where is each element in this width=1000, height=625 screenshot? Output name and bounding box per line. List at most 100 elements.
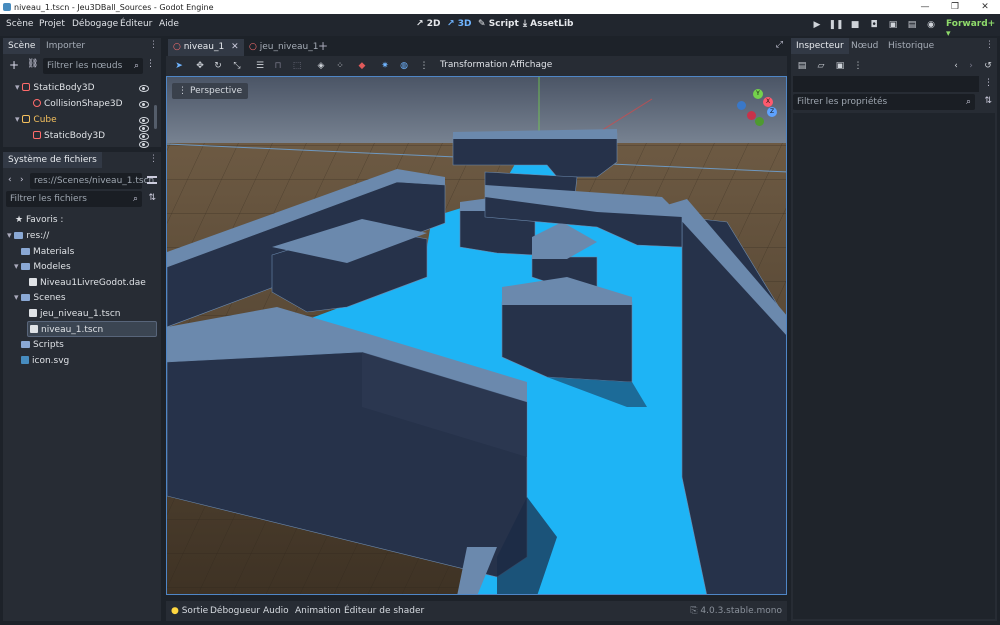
menu-scene[interactable]: Scène xyxy=(6,19,33,29)
dock-menu-icon[interactable]: ⋮ xyxy=(985,40,994,50)
gizmo-neg-y[interactable] xyxy=(755,117,764,126)
folder-materials[interactable]: Materials xyxy=(21,244,74,260)
scale-tool-icon[interactable]: ⤡ xyxy=(230,59,244,73)
link-icon[interactable]: ⛓ xyxy=(27,59,38,69)
object-menu-icon[interactable]: ⋮ xyxy=(984,78,993,88)
group-icon[interactable]: ⬚ xyxy=(290,59,304,73)
favorites-item[interactable]: ★ Favoris : xyxy=(15,212,63,228)
save-icon[interactable]: ▣ xyxy=(833,59,847,73)
mode-2d-button[interactable]: ↗ 2D xyxy=(416,19,440,29)
folder-scripts[interactable]: Scripts xyxy=(21,337,64,353)
property-filter-input[interactable]: Filtrer les propriétés ⌕ xyxy=(793,94,975,110)
scene-options-icon[interactable]: ⋮ xyxy=(146,59,155,69)
menu-debug[interactable]: Débogage xyxy=(72,19,118,29)
visibility-eye-icon[interactable] xyxy=(139,125,149,132)
more-options-icon[interactable]: ⋮ xyxy=(851,59,865,73)
camera-preview-icon[interactable]: ◆ xyxy=(355,59,369,73)
sun-toggle-icon[interactable]: ✷ xyxy=(378,59,392,73)
play-icon[interactable]: ▶ xyxy=(809,17,825,33)
forward-arrow-icon[interactable]: › xyxy=(964,59,978,73)
scrollbar[interactable] xyxy=(154,105,157,129)
tab-filesystem[interactable]: Système de fichiers xyxy=(3,152,102,168)
add-node-icon[interactable]: + xyxy=(9,58,19,72)
local-space-icon[interactable]: ◈ xyxy=(314,59,328,73)
tab-output[interactable]: ● Sortie xyxy=(171,606,208,616)
sort-icon[interactable]: ⇅ xyxy=(984,96,992,106)
menu-help[interactable]: Aide xyxy=(159,19,179,29)
tab-debugger[interactable]: Débogueur xyxy=(210,606,260,616)
more-options-icon[interactable]: ⋮ xyxy=(417,59,431,73)
renderer-select[interactable]: Forward+ ▾ xyxy=(946,19,1000,39)
stop-icon[interactable]: ■ xyxy=(847,17,863,33)
view-gizmo[interactable]: Y X Z xyxy=(733,85,781,129)
tree-node-cube[interactable]: ▾ Cube xyxy=(15,112,57,128)
history-icon[interactable]: ↺ xyxy=(981,59,995,73)
file-jeu-niveau-1[interactable]: jeu_niveau_1.tscn xyxy=(29,306,121,322)
file-niveau1-dae[interactable]: Niveau1LivreGodot.dae xyxy=(29,275,146,291)
node-filter-input[interactable]: Filtrer les nœuds ⌕ xyxy=(43,58,143,74)
tab-history[interactable]: Historique xyxy=(883,38,939,54)
tree-node-staticbody-2[interactable]: StaticBody3D xyxy=(33,128,105,144)
menu-project[interactable]: Projet xyxy=(39,19,65,29)
view-menu[interactable]: Affichage xyxy=(510,60,552,70)
snap-icon[interactable]: ⁘ xyxy=(333,59,347,73)
play-scene-icon[interactable]: ▣ xyxy=(885,17,901,33)
open-folder-icon[interactable]: ▱ xyxy=(814,59,828,73)
maximize-button[interactable]: ❐ xyxy=(940,0,970,14)
tab-jeu-niveau-1[interactable]: ○ jeu_niveau_1 xyxy=(244,39,323,56)
visibility-eye-icon[interactable] xyxy=(139,117,149,124)
mode-3d-button[interactable]: ↗ 3D xyxy=(447,19,471,29)
minimize-button[interactable]: — xyxy=(910,0,940,14)
file-icon-svg[interactable]: icon.svg xyxy=(21,353,69,369)
object-path-field[interactable] xyxy=(793,76,979,92)
menu-editor[interactable]: Éditeur xyxy=(120,19,152,29)
split-view-icon[interactable] xyxy=(147,176,157,184)
tab-niveau-1[interactable]: ○ niveau_1 ✕ xyxy=(168,39,244,56)
dock-menu-icon[interactable]: ⋮ xyxy=(149,154,158,164)
close-button[interactable]: ✕ xyxy=(970,0,1000,14)
pause-icon[interactable]: ❚❚ xyxy=(828,17,844,33)
visibility-eye-icon[interactable] xyxy=(139,85,149,92)
tab-node[interactable]: Nœud xyxy=(846,38,883,54)
rotate-tool-icon[interactable]: ↻ xyxy=(211,59,225,73)
new-resource-icon[interactable]: ▤ xyxy=(795,59,809,73)
visibility-eye-icon[interactable] xyxy=(139,101,149,108)
list-select-icon[interactable]: ☰ xyxy=(253,59,267,73)
tree-node-collisionshape[interactable]: CollisionShape3D xyxy=(33,96,123,112)
tab-audio[interactable]: Audio xyxy=(263,606,289,616)
gizmo-neg-z[interactable] xyxy=(737,101,746,110)
viewport-3d[interactable]: ⋮ Perspective Y X Z xyxy=(166,76,787,595)
gizmo-y[interactable]: Y xyxy=(753,89,763,99)
forward-arrow-icon[interactable]: › xyxy=(20,175,24,185)
tab-import[interactable]: Importer xyxy=(41,38,90,54)
tab-animation[interactable]: Animation xyxy=(295,606,341,616)
distraction-free-icon[interactable]: ⤢ xyxy=(776,40,783,50)
environment-toggle-icon[interactable]: ◍ xyxy=(397,59,411,73)
mode-assetlib-button[interactable]: ⤓ AssetLib xyxy=(523,19,573,29)
select-tool-icon[interactable]: ➤ xyxy=(172,59,186,73)
add-tab-icon[interactable]: + xyxy=(318,39,328,53)
mode-script-button[interactable]: ✎ Script xyxy=(478,19,519,29)
folder-scenes[interactable]: ▾ Scenes xyxy=(14,290,66,306)
folder-res[interactable]: ▾ res:// xyxy=(7,228,49,244)
movie-maker-icon[interactable]: ◉ xyxy=(923,17,939,33)
remote-debug-icon[interactable]: ◘ xyxy=(866,17,882,33)
gizmo-x[interactable]: X xyxy=(763,97,773,107)
lock-icon[interactable]: ⊓ xyxy=(271,59,285,73)
tab-scene[interactable]: Scène xyxy=(3,38,41,54)
play-custom-scene-icon[interactable]: ▤ xyxy=(904,17,920,33)
back-arrow-icon[interactable]: ‹ xyxy=(8,175,12,185)
folder-modeles[interactable]: ▾ Modeles xyxy=(14,259,71,275)
gizmo-z[interactable]: Z xyxy=(767,107,777,117)
visibility-eye-icon[interactable] xyxy=(139,133,149,140)
move-tool-icon[interactable]: ✥ xyxy=(193,59,207,73)
tree-node-staticbody[interactable]: ▾ StaticBody3D xyxy=(15,80,95,96)
back-arrow-icon[interactable]: ‹ xyxy=(949,59,963,73)
dock-menu-icon[interactable]: ⋮ xyxy=(149,40,158,50)
file-filter-input[interactable]: Filtrer les fichiers ⌕ xyxy=(6,191,142,207)
close-icon[interactable]: ✕ xyxy=(231,42,239,52)
perspective-menu[interactable]: ⋮ Perspective xyxy=(172,83,249,99)
path-field[interactable]: res://Scenes/niveau_1.tscn xyxy=(30,173,154,189)
file-niveau-1-selected[interactable]: niveau_1.tscn xyxy=(27,321,157,337)
tab-shader-editor[interactable]: Éditeur de shader xyxy=(344,606,424,616)
